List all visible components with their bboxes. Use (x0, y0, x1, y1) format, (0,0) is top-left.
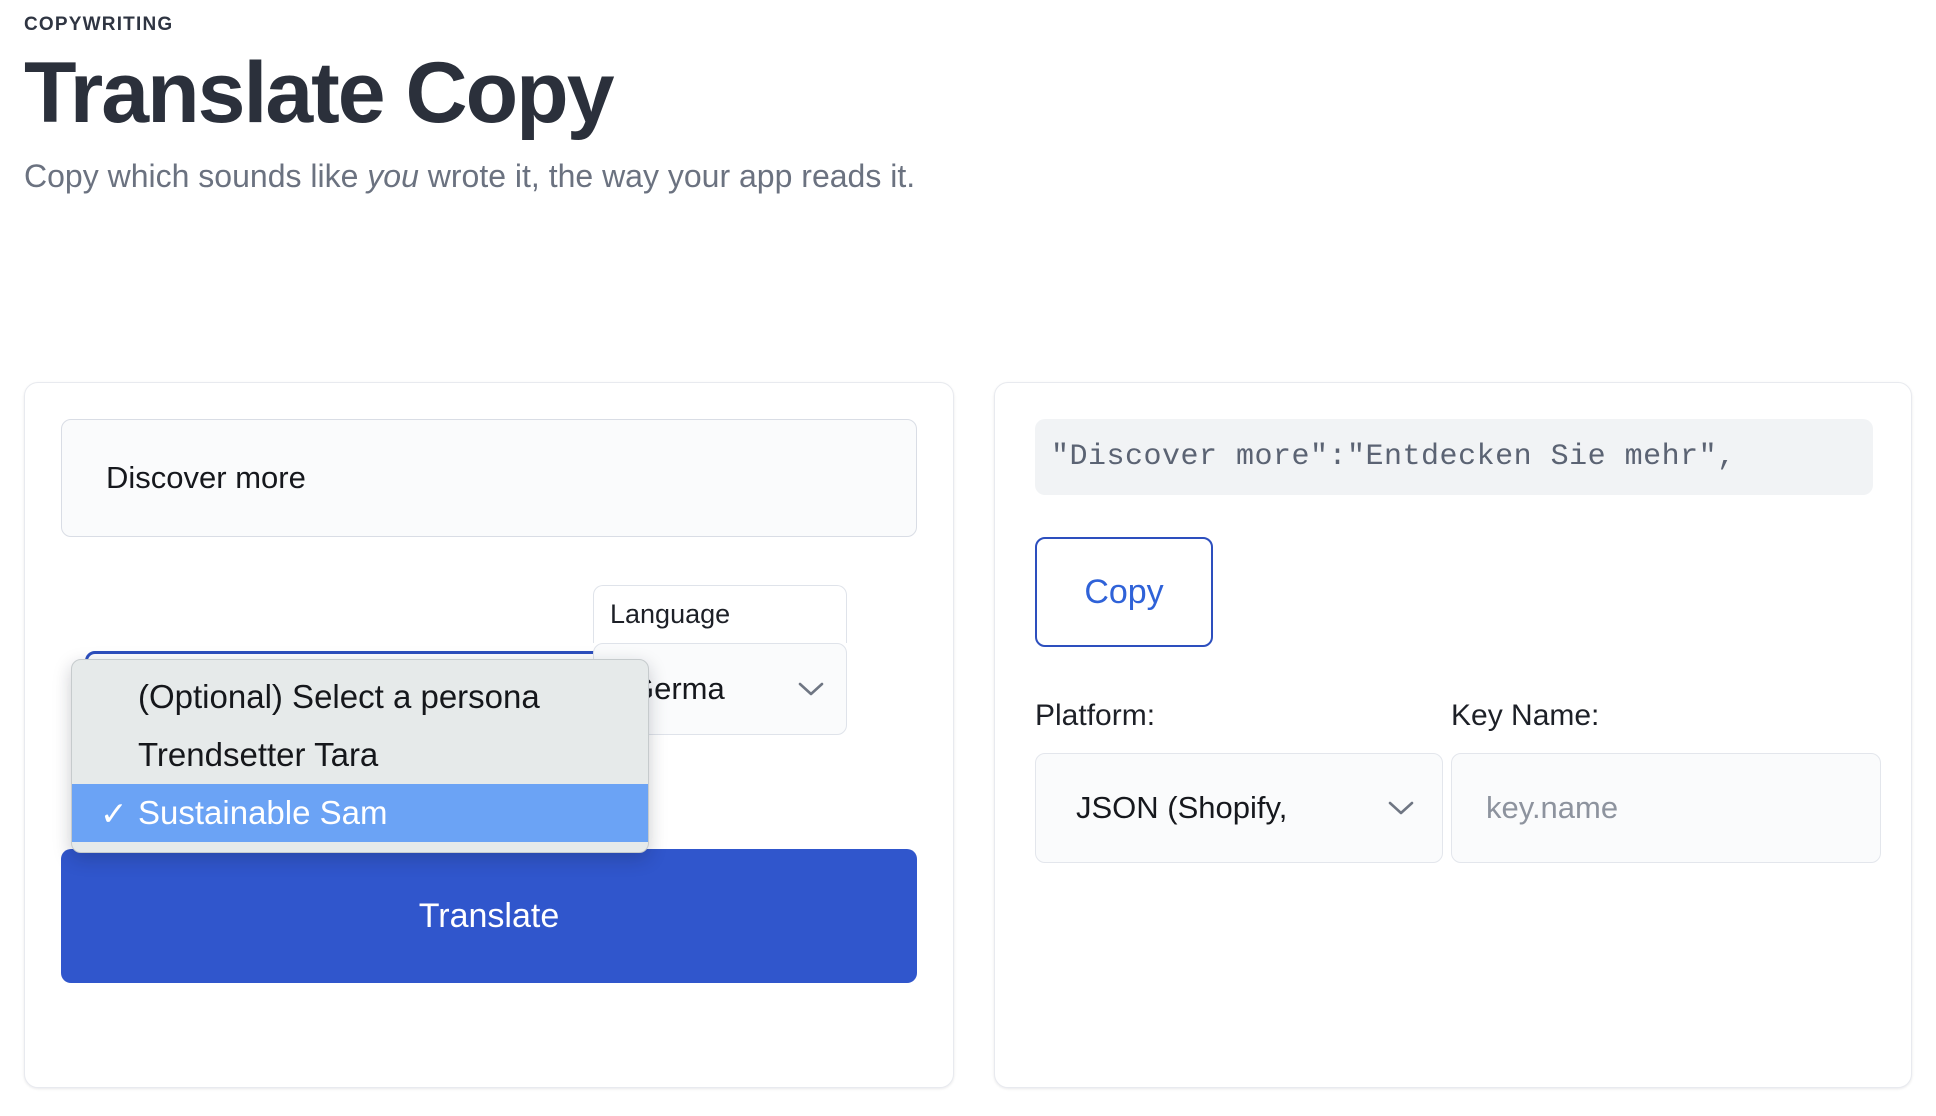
output-panel: "Discover more":"Entdecken Sie mehr", Co… (994, 382, 1912, 1088)
key-name-placeholder: key.name (1486, 790, 1619, 825)
persona-option-sustainable-sam[interactable]: ✓ Sustainable Sam (72, 784, 648, 842)
subtitle-part-1: Copy which sounds like (24, 157, 368, 194)
key-name-field: Key Name: key.name (1451, 699, 1881, 863)
translation-output[interactable]: "Discover more":"Entdecken Sie mehr", (1035, 419, 1873, 495)
persona-option-trendsetter-tara[interactable]: Trendsetter Tara (72, 726, 648, 784)
platform-label: Platform: (1035, 699, 1156, 732)
persona-option-placeholder[interactable]: (Optional) Select a persona (72, 668, 648, 726)
platform-select-value: JSON (Shopify, (1076, 790, 1288, 825)
page-header: COPYWRITING Translate Copy Copy which so… (24, 14, 1884, 197)
source-text-value: Discover more (106, 460, 306, 495)
category-eyebrow: COPYWRITING (24, 14, 174, 35)
source-text-input[interactable]: Discover more (61, 419, 917, 537)
output-settings-row: Platform: JSON (Shopify, Key Name: key.n… (1035, 699, 1881, 863)
platform-field: Platform: JSON (Shopify, (1035, 699, 1443, 863)
persona-dropdown-menu[interactable]: (Optional) Select a persona Trendsetter … (71, 659, 649, 853)
chevron-down-icon (1388, 800, 1414, 816)
input-panel-body: Discover more Sustainable Sam Language G… (25, 383, 953, 1087)
persona-option-label: (Optional) Select a persona (138, 678, 540, 715)
subtitle-emphasis: you (367, 157, 419, 194)
check-icon: ✓ (100, 794, 128, 832)
page-title: Translate Copy (24, 44, 615, 141)
output-panel-body: "Discover more":"Entdecken Sie mehr", Co… (995, 383, 1911, 1087)
translate-button[interactable]: Translate (61, 849, 917, 983)
input-panel: Discover more Sustainable Sam Language G… (24, 382, 954, 1088)
language-label-text: Language (610, 599, 731, 629)
persona-option-label: Trendsetter Tara (138, 736, 379, 773)
app-root: COPYWRITING Translate Copy Copy which so… (0, 0, 1936, 1116)
persona-option-label: Sustainable Sam (138, 794, 388, 831)
chevron-down-icon (798, 681, 824, 697)
platform-select[interactable]: JSON (Shopify, (1035, 753, 1443, 863)
key-name-input[interactable]: key.name (1451, 753, 1881, 863)
key-name-label: Key Name: (1451, 699, 1600, 732)
page-subtitle: Copy which sounds like you wrote it, the… (24, 156, 1884, 198)
language-label: Language (593, 585, 847, 643)
subtitle-part-2: wrote it, the way your app reads it. (418, 157, 916, 194)
translation-output-text: "Discover more":"Entdecken Sie mehr", (1051, 440, 1736, 474)
panels-row: Discover more Sustainable Sam Language G… (24, 382, 1912, 1088)
copy-button[interactable]: Copy (1035, 537, 1213, 647)
